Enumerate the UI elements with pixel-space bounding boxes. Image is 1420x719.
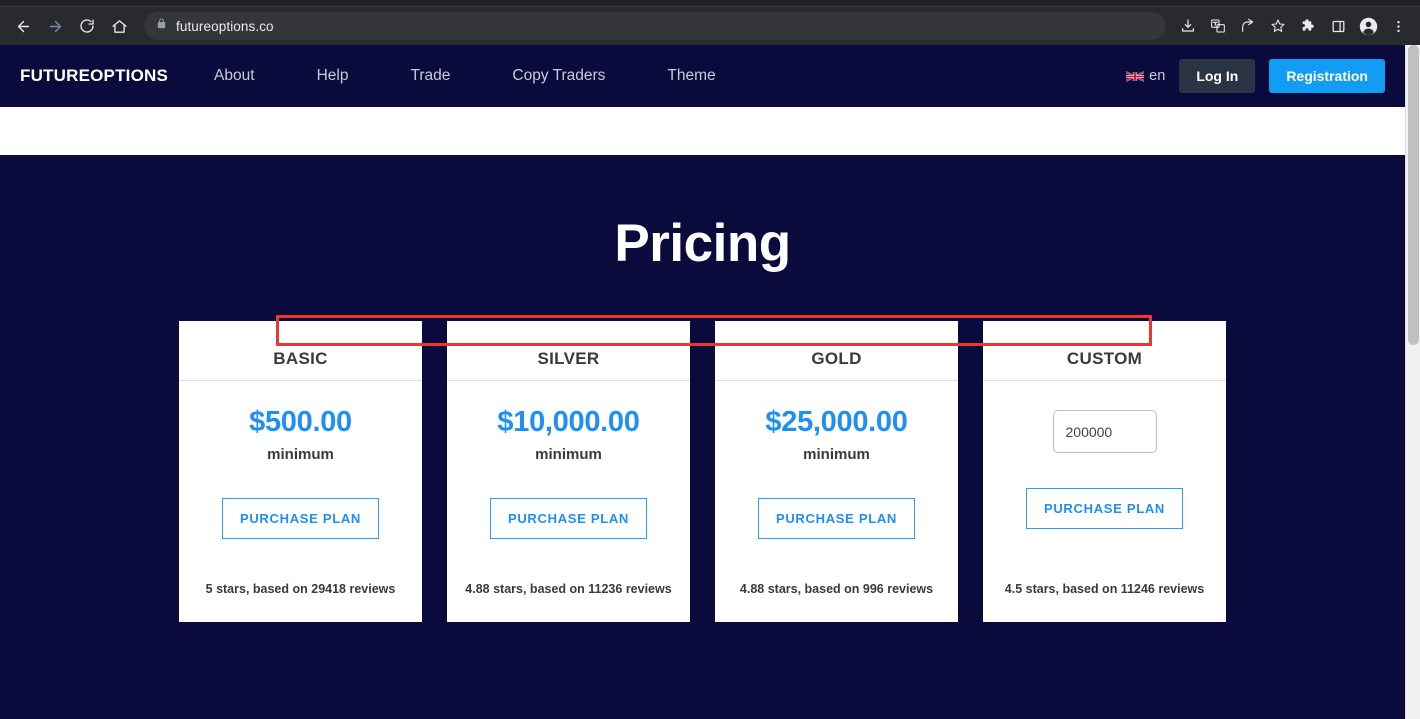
login-button[interactable]: Log In xyxy=(1179,59,1256,93)
card-subtitle-basic: minimum xyxy=(267,446,334,463)
scrollbar-thumb[interactable] xyxy=(1408,45,1419,345)
nav-item-theme[interactable]: Theme xyxy=(667,61,715,91)
pricing-card-gold: GOLD $25,000.00 minimum PURCHASE PLAN 4.… xyxy=(715,321,958,622)
card-subtitle-gold: minimum xyxy=(803,446,870,463)
page-title: Pricing xyxy=(614,214,791,273)
header-actions: en Log In Registration xyxy=(1126,59,1385,93)
browser-tab-strip xyxy=(0,0,1420,7)
extensions-puzzle-icon[interactable] xyxy=(1294,12,1322,40)
browser-toolbar-actions xyxy=(1174,12,1412,40)
pricing-card-custom: CUSTOM PURCHASE PLAN 4.5 stars, based on… xyxy=(983,321,1226,622)
page-scrollbar[interactable] xyxy=(1405,45,1420,719)
purchase-plan-button-silver[interactable]: PURCHASE PLAN xyxy=(489,498,648,539)
browser-toolbar: futureoptions.co xyxy=(0,7,1420,45)
side-panel-icon[interactable] xyxy=(1324,12,1352,40)
card-reviews-silver: 4.88 stars, based on 11236 reviews xyxy=(465,582,672,596)
address-bar[interactable]: futureoptions.co xyxy=(144,12,1166,40)
purchase-plan-button-basic[interactable]: PURCHASE PLAN xyxy=(221,498,380,539)
share-icon[interactable] xyxy=(1234,12,1262,40)
purchase-plan-button-custom[interactable]: PURCHASE PLAN xyxy=(1025,488,1184,529)
site-header: FUTUREOPTIONS About Help Trade Copy Trad… xyxy=(0,45,1405,107)
card-price-gold: $25,000.00 xyxy=(765,406,908,438)
card-reviews-gold: 4.88 stars, based on 996 reviews xyxy=(739,582,934,596)
card-price-basic: $500.00 xyxy=(249,406,352,438)
reload-icon[interactable] xyxy=(72,11,102,41)
pricing-section: Pricing BASIC $500.00 minimum PURCHASE P… xyxy=(0,155,1405,707)
profile-avatar-icon[interactable] xyxy=(1354,12,1382,40)
pricing-card-silver: SILVER $10,000.00 minimum PURCHASE PLAN … xyxy=(447,321,690,622)
nav-item-copy-traders[interactable]: Copy Traders xyxy=(512,61,605,91)
language-label: en xyxy=(1149,68,1166,84)
home-icon[interactable] xyxy=(104,11,134,41)
purchase-plan-button-gold[interactable]: PURCHASE PLAN xyxy=(757,498,916,539)
card-reviews-custom: 4.5 stars, based on 11246 reviews xyxy=(1004,582,1205,596)
nav-item-trade[interactable]: Trade xyxy=(410,61,450,91)
back-arrow-icon[interactable] xyxy=(8,11,38,41)
pricing-card-basic: BASIC $500.00 minimum PURCHASE PLAN 5 st… xyxy=(179,321,422,622)
card-subtitle-silver: minimum xyxy=(535,446,602,463)
site-logo[interactable]: FUTUREOPTIONS xyxy=(20,66,168,86)
forward-arrow-icon[interactable] xyxy=(40,11,70,41)
white-separator-band xyxy=(0,107,1405,155)
nav-item-help[interactable]: Help xyxy=(317,61,349,91)
uk-flag-icon xyxy=(1126,70,1145,82)
address-bar-url: futureoptions.co xyxy=(176,18,274,34)
card-reviews-basic: 5 stars, based on 29418 reviews xyxy=(205,582,396,596)
translate-icon[interactable] xyxy=(1204,12,1232,40)
pricing-cards-container: BASIC $500.00 minimum PURCHASE PLAN 5 st… xyxy=(0,321,1405,622)
download-icon[interactable] xyxy=(1174,12,1202,40)
registration-button[interactable]: Registration xyxy=(1269,59,1385,93)
card-title-basic: BASIC xyxy=(179,321,422,381)
bookmark-star-icon[interactable] xyxy=(1264,12,1292,40)
card-title-gold: GOLD xyxy=(715,321,958,381)
page-content: FUTUREOPTIONS About Help Trade Copy Trad… xyxy=(0,45,1405,707)
card-price-silver: $10,000.00 xyxy=(497,406,640,438)
language-selector[interactable]: en xyxy=(1126,68,1165,84)
lock-icon xyxy=(156,17,167,35)
main-navigation: About Help Trade Copy Traders Theme xyxy=(214,61,716,91)
card-title-silver: SILVER xyxy=(447,321,690,381)
nav-item-about[interactable]: About xyxy=(214,61,255,91)
three-dot-menu-icon[interactable] xyxy=(1384,12,1412,40)
custom-amount-input[interactable] xyxy=(1052,410,1157,453)
page-root: futureoptions.co FUTUREOPTIONS About Hel… xyxy=(0,0,1420,719)
card-title-custom: CUSTOM xyxy=(983,321,1226,381)
